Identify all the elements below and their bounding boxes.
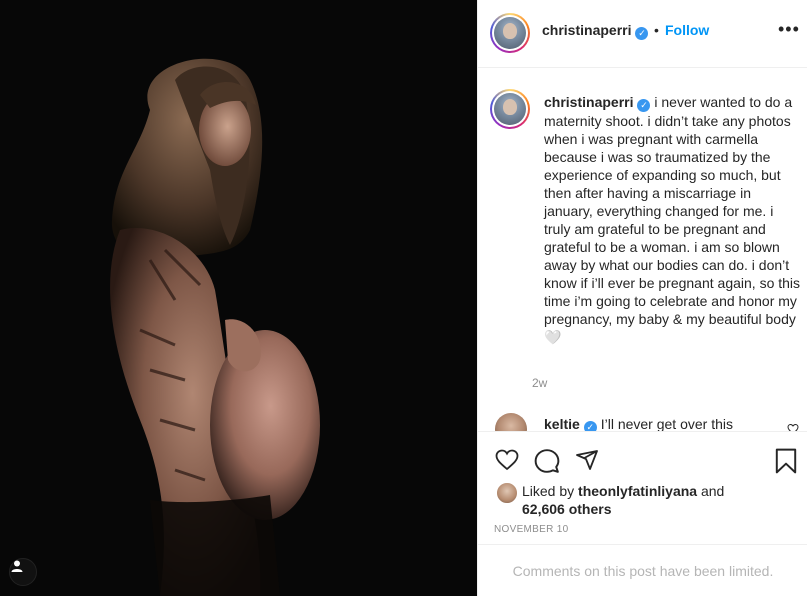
verified-icon: ✓ <box>637 98 651 112</box>
user-tag-icon <box>11 560 23 572</box>
commenter-avatar[interactable] <box>495 413 527 431</box>
author-username: christinaperri <box>542 22 632 38</box>
verified-icon: ✓ <box>635 27 649 40</box>
caption-username[interactable]: christinaperri <box>544 94 633 110</box>
comment-like-heart-icon[interactable] <box>787 423 799 431</box>
verified-icon: ✓ <box>583 420 597 431</box>
caption-timestamp[interactable]: 2w <box>532 376 547 390</box>
commenter-username[interactable]: keltie <box>544 416 580 431</box>
user-tag-button[interactable] <box>9 558 37 586</box>
separator-dot: • <box>654 22 659 38</box>
comment-body: I’ll never get over this <box>596 416 733 431</box>
post-photo[interactable] <box>0 0 477 596</box>
post-side-panel: christinaperri ✓ • Follow ••• christinape… <box>477 0 807 596</box>
comments-limited-notice: Comments on this post have been limited. <box>478 544 807 596</box>
heart-icon[interactable] <box>494 448 520 472</box>
likes-prefix: Liked by <box>522 483 579 499</box>
likes-summary: Liked by theonlyfatinliyana and 62,606 ot… <box>522 482 792 518</box>
bookmark-icon[interactable] <box>775 448 797 474</box>
author-avatar[interactable] <box>490 13 530 53</box>
likes-joiner: and <box>697 483 725 499</box>
liker-avatar[interactable] <box>496 482 518 504</box>
maternity-photo-illustration <box>110 58 320 596</box>
caption-avatar[interactable] <box>490 89 530 129</box>
post-date[interactable]: NOVEMBER 10 <box>494 524 568 535</box>
caption-body: i never wanted to do a maternity shoot. … <box>544 94 801 345</box>
caption-text: christinaperri ✓ i never wanted to do a m… <box>544 93 802 346</box>
post-actions: Liked by theonlyfatinliyana and 62,606 ot… <box>478 431 807 544</box>
more-icon[interactable]: ••• <box>778 20 800 38</box>
author-username-link[interactable]: christinaperri ✓ <box>542 22 649 40</box>
likes-others-link[interactable]: 62,606 others <box>522 501 612 517</box>
comments-list[interactable]: christinaperri ✓ i never wanted to do a m… <box>478 69 807 431</box>
comment-text: keltie ✓ I’ll never get over this <box>544 415 774 431</box>
post-header: christinaperri ✓ • Follow ••• <box>478 0 807 68</box>
comment-icon[interactable] <box>534 448 560 474</box>
follow-button[interactable]: Follow <box>665 22 709 38</box>
liker-username[interactable]: theonlyfatinliyana <box>578 483 697 499</box>
share-icon[interactable] <box>574 448 600 472</box>
